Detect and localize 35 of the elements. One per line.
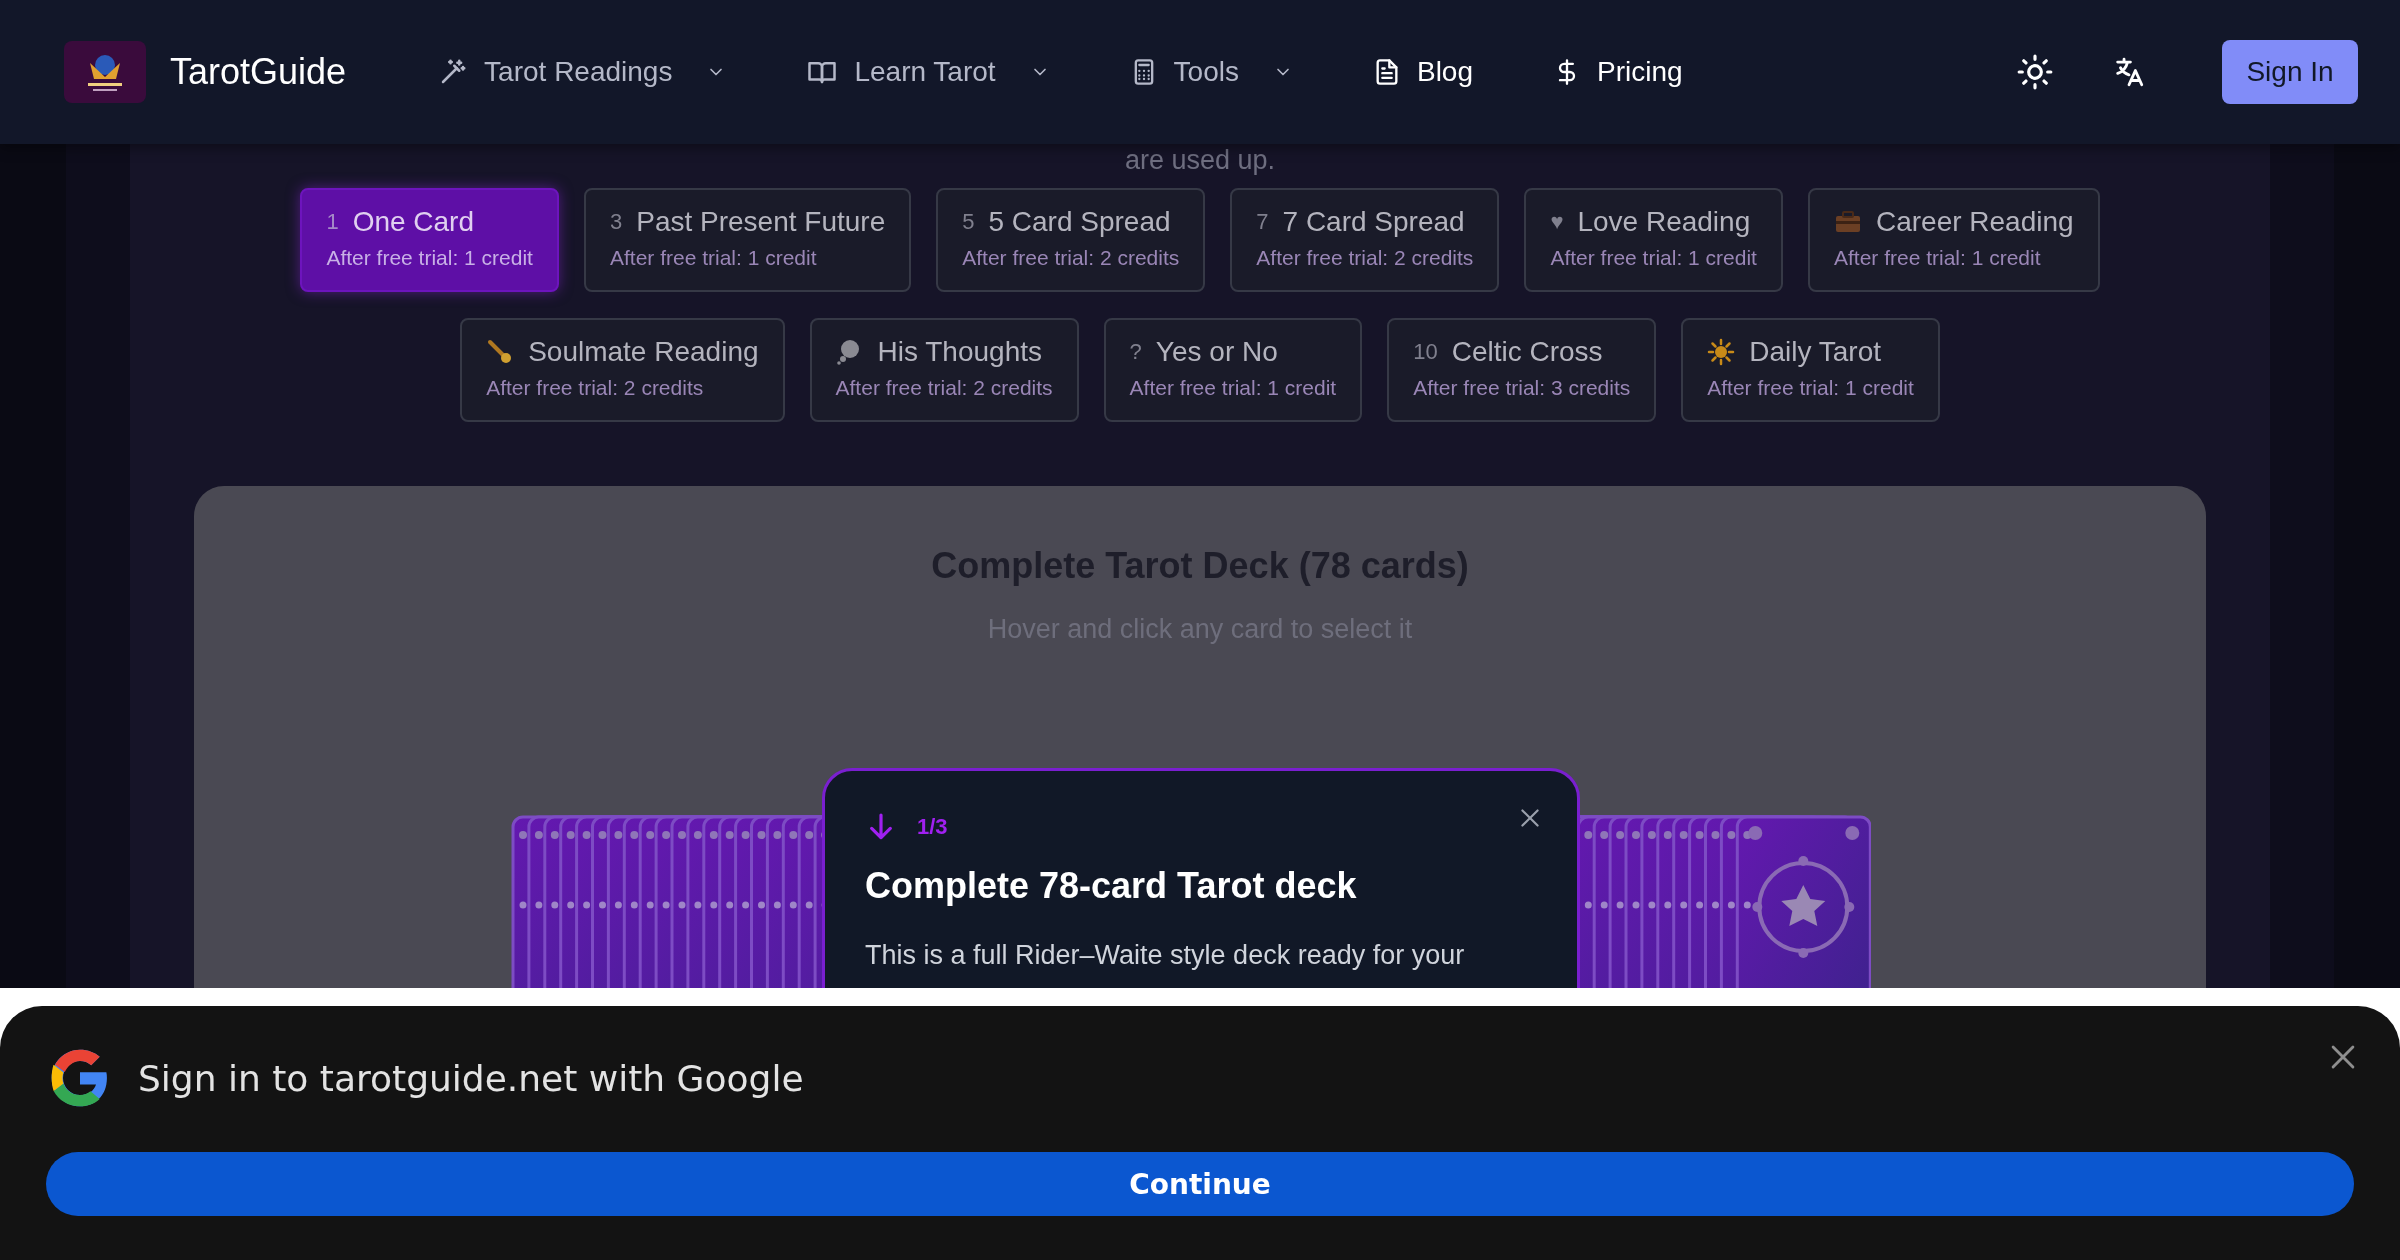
spread-number-label: 7 [1256, 209, 1269, 235]
theme-toggle-icon[interactable] [2016, 53, 2054, 91]
sun-icon [1707, 338, 1736, 366]
nav-link[interactable]: Learn Tarot [854, 56, 996, 88]
spread-number-label: 5 [962, 209, 975, 235]
spread-option[interactable]: ♥ Love Reading After free trial: 1 credit [1524, 188, 1783, 292]
step-counter: 1/3 [917, 814, 948, 840]
nav-link[interactable]: Blog [1416, 56, 1473, 88]
nav-link[interactable]: Tools [1173, 56, 1239, 88]
briefcase-icon [1833, 210, 1862, 234]
logo-icon[interactable] [64, 41, 146, 103]
sign-in-button[interactable]: Sign In [2222, 40, 2358, 104]
tour-text: This is a full Rider–Waite style deck ready for your [865, 939, 1466, 972]
spread-number-label: ♥ [1550, 209, 1564, 235]
spread-number-label: 10 [1413, 339, 1438, 365]
nav-link[interactable]: Tarot Readings [484, 56, 673, 88]
spread-option[interactable]: 1 One Card After free trial: 1 credit [300, 188, 559, 292]
spread-option[interactable]: Soulmate Reading After free trial: 2 credits [460, 318, 785, 422]
spread-number-label: ? [1129, 339, 1142, 365]
spread-number-label: 3 [609, 209, 623, 235]
spread-option[interactable]: His Thoughts After free trial: 2 credits [809, 318, 1079, 422]
spread-option[interactable]: 3 Past Present Future After free trial: 1 credit [583, 188, 912, 292]
brand-name[interactable]: TarotGuide [170, 51, 347, 93]
intro-text: are used up. [1124, 144, 1276, 176]
sign-in-prompt: Sign in to tarotguide.net with Google [138, 1057, 804, 1099]
spread-option[interactable]: 5 5 Card Spread After free trial: 2 credits [936, 188, 1206, 292]
spread-option[interactable]: ? Yes or No After free trial: 1 credit [1103, 318, 1363, 422]
spread-option[interactable]: Career Reading After free trial: 1 credit [1807, 188, 2100, 292]
nav-link[interactable]: Pricing [1597, 56, 1683, 88]
spread-option[interactable]: 7 7 Card Spread After free trial: 2 credits [1230, 188, 1500, 292]
spread-option[interactable]: 10 Celtic Cross After free trial: 3 credits [1387, 318, 1657, 422]
continue-button[interactable]: Continue [46, 1152, 2354, 1216]
spread-number-label: 1 [326, 209, 339, 235]
spread-option[interactable]: Daily Tarot After free trial: 1 credit [1681, 318, 1940, 422]
tour-title: Complete 78-card Tarot deck [865, 865, 1358, 907]
